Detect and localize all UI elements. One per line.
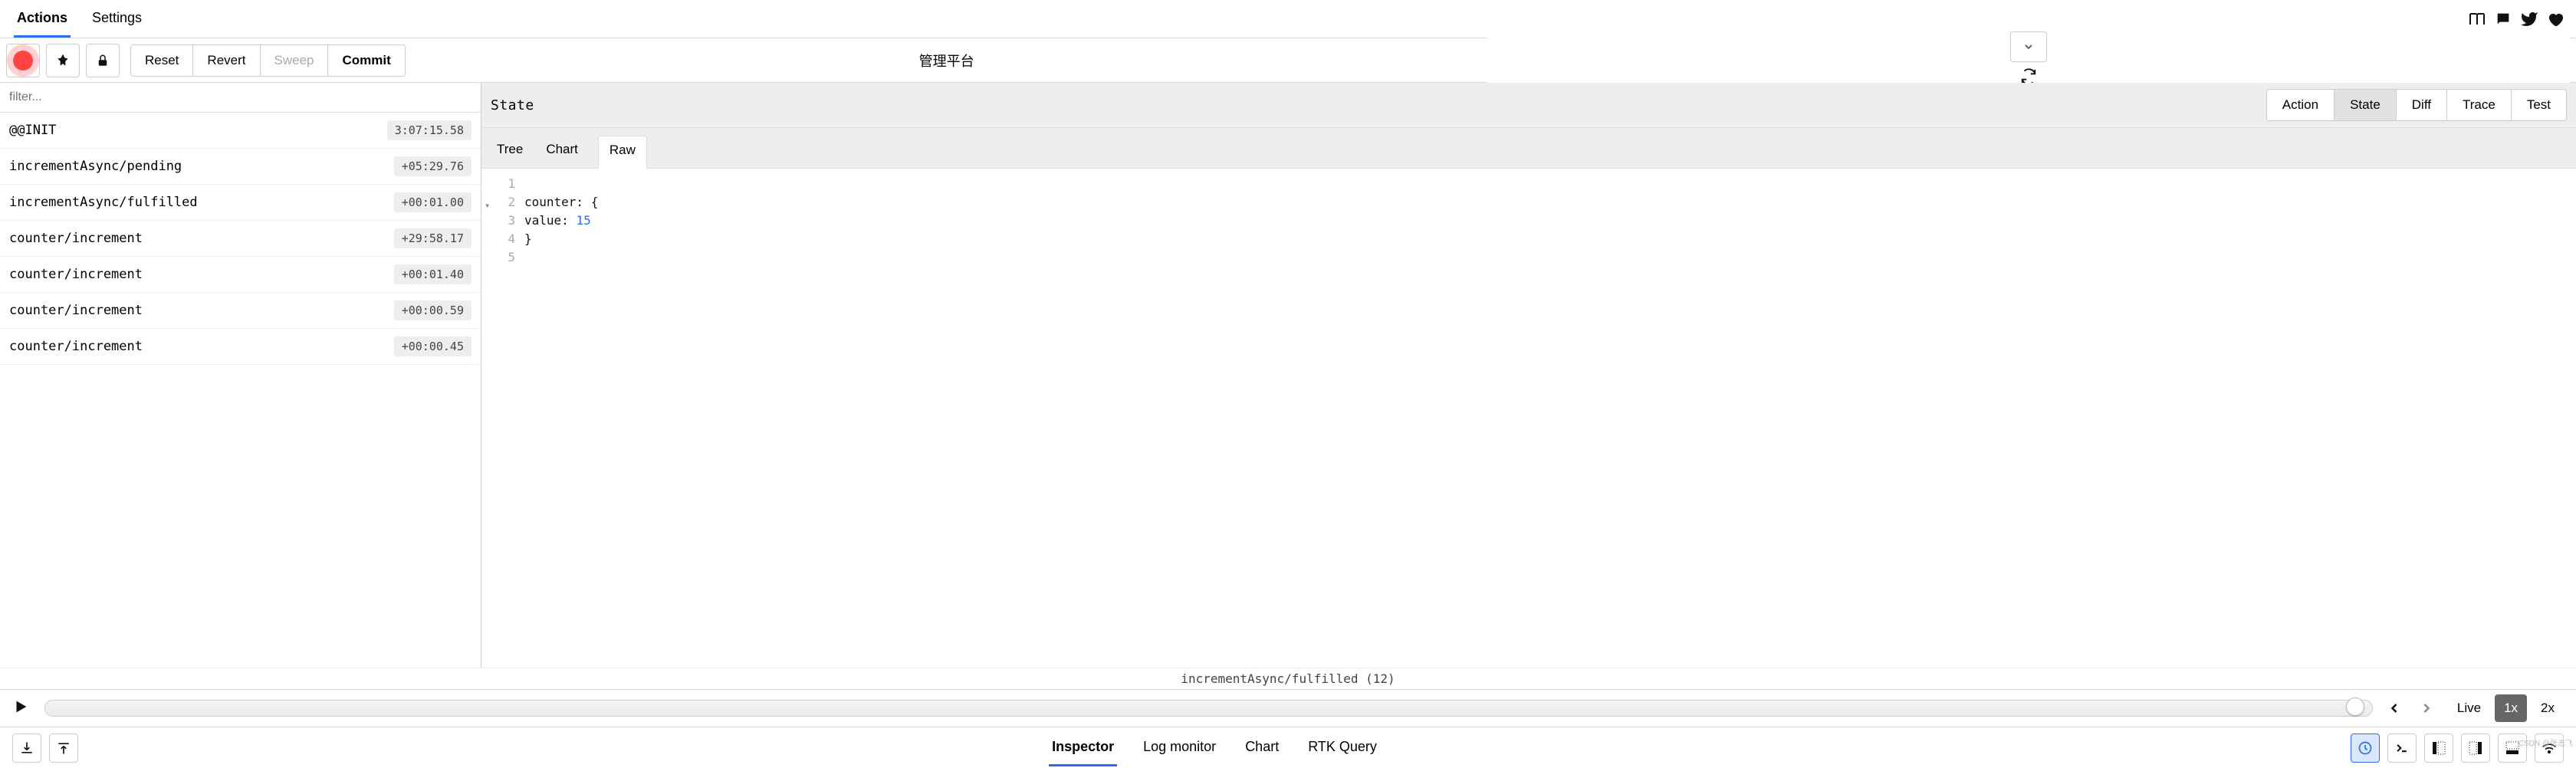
action-name: incrementAsync/pending xyxy=(9,159,182,174)
segment-state[interactable]: State xyxy=(2334,90,2396,120)
tab-actions[interactable]: Actions xyxy=(14,1,71,38)
action-row[interactable]: @@INIT 3:07:15.58 xyxy=(0,113,481,149)
subtab-raw[interactable]: Raw xyxy=(598,136,647,169)
subtab-tree[interactable]: Tree xyxy=(494,136,526,168)
console-button[interactable] xyxy=(2387,734,2417,763)
instance-dropdown[interactable] xyxy=(2010,31,2047,62)
docs-icon[interactable] xyxy=(2464,6,2490,32)
prev-button[interactable] xyxy=(2384,701,2405,716)
clock-button[interactable] xyxy=(2351,734,2380,763)
action-list: @@INIT 3:07:15.58 incrementAsync/pending +0… xyxy=(0,113,481,668)
current-action-caption: incrementAsync/fulfilled (12) xyxy=(0,668,2576,689)
chat-icon[interactable] xyxy=(2490,6,2516,32)
toolbar: Reset Revert Sweep Commit 管理平台 xyxy=(0,38,2576,83)
action-name: counter/increment xyxy=(9,303,143,318)
action-row[interactable]: counter/increment +00:00.59 xyxy=(0,293,481,329)
action-time: +29:58.17 xyxy=(394,228,472,248)
speed-1x[interactable]: 1x xyxy=(2495,694,2527,722)
layout-bottom-button[interactable] xyxy=(2498,734,2527,763)
action-name: counter/increment xyxy=(9,267,143,282)
main-panel: @@INIT 3:07:15.58 incrementAsync/pending +0… xyxy=(0,83,2576,668)
tab-settings[interactable]: Settings xyxy=(89,1,145,38)
detail-panel: State ActionStateDiffTraceTest TreeChart… xyxy=(481,83,2576,668)
code-line: counter: { xyxy=(524,193,2576,212)
code-gutter: 12▾345 xyxy=(481,175,524,661)
play-button[interactable] xyxy=(12,698,34,719)
commit-button[interactable]: Commit xyxy=(327,45,404,76)
footer-tab-chart[interactable]: Chart xyxy=(1242,730,1282,766)
action-list-panel: @@INIT 3:07:15.58 incrementAsync/pending +0… xyxy=(0,83,481,668)
detail-subtabs: Tree Chart Raw xyxy=(481,128,2576,169)
time-slider[interactable] xyxy=(44,700,2373,717)
code-line: value: 15 xyxy=(524,212,2576,230)
speed-live[interactable]: Live xyxy=(2448,694,2490,722)
action-row[interactable]: incrementAsync/pending +05:29.76 xyxy=(0,149,481,185)
action-row[interactable]: incrementAsync/fulfilled +00:01.00 xyxy=(0,185,481,221)
action-name: counter/increment xyxy=(9,339,143,354)
action-row[interactable]: counter/increment +00:00.45 xyxy=(0,329,481,365)
action-buttons-group: Reset Revert Sweep Commit xyxy=(130,44,406,77)
detail-heading: State xyxy=(491,97,534,120)
code-line xyxy=(524,248,2576,267)
detail-segments: ActionStateDiffTraceTest xyxy=(2266,89,2567,121)
twitter-icon[interactable] xyxy=(2516,6,2542,32)
slider-thumb[interactable] xyxy=(2346,697,2364,716)
layout-left-button[interactable] xyxy=(2424,734,2453,763)
footer-tabs: Inspector Log monitor Chart RTK Query xyxy=(78,730,2351,766)
footer-tab-inspector[interactable]: Inspector xyxy=(1049,730,1117,766)
action-row[interactable]: counter/increment +00:01.40 xyxy=(0,257,481,293)
detail-header: State ActionStateDiffTraceTest xyxy=(481,83,2576,128)
action-time: 3:07:15.58 xyxy=(387,120,472,140)
heart-icon[interactable] xyxy=(2542,6,2568,32)
action-row[interactable]: counter/increment +29:58.17 xyxy=(0,221,481,257)
reset-button[interactable]: Reset xyxy=(131,45,192,76)
action-time: +00:01.00 xyxy=(394,192,472,212)
lock-button[interactable] xyxy=(86,44,120,77)
segment-test[interactable]: Test xyxy=(2511,90,2566,120)
instance-title: 管理平台 xyxy=(406,51,1488,71)
footer-bar: Inspector Log monitor Chart RTK Query xyxy=(0,727,2576,768)
action-name: @@INIT xyxy=(9,123,56,138)
segment-action[interactable]: Action xyxy=(2267,90,2334,120)
segment-trace[interactable]: Trace xyxy=(2446,90,2511,120)
code-source: counter: {value: 15} xyxy=(524,175,2576,661)
filter-input[interactable] xyxy=(9,90,472,104)
speed-2x[interactable]: 2x xyxy=(2532,694,2564,722)
upload-button[interactable] xyxy=(49,734,78,763)
layout-right-button[interactable] xyxy=(2461,734,2490,763)
record-button[interactable] xyxy=(6,44,40,77)
action-name: counter/increment xyxy=(9,231,143,246)
next-button[interactable] xyxy=(2416,701,2437,716)
action-time: +05:29.76 xyxy=(394,156,472,176)
subtab-chart[interactable]: Chart xyxy=(543,136,581,168)
player-bar: Live 1x 2x xyxy=(0,689,2576,727)
segment-diff[interactable]: Diff xyxy=(2396,90,2446,120)
code-line: } xyxy=(524,230,2576,248)
action-time: +00:00.59 xyxy=(394,300,472,320)
wifi-button[interactable] xyxy=(2535,734,2564,763)
download-button[interactable] xyxy=(12,734,41,763)
action-time: +00:00.45 xyxy=(394,336,472,356)
footer-tab-rtk-query[interactable]: RTK Query xyxy=(1305,730,1380,766)
action-name: incrementAsync/fulfilled xyxy=(9,195,198,210)
sweep-button: Sweep xyxy=(260,45,328,76)
code-line xyxy=(524,175,2576,193)
filter-bar xyxy=(0,83,481,113)
footer-tab-log-monitor[interactable]: Log monitor xyxy=(1140,730,1219,766)
revert-button[interactable]: Revert xyxy=(192,45,259,76)
state-raw-view: 12▾345 counter: {value: 15} xyxy=(481,169,2576,668)
pin-button[interactable] xyxy=(46,44,80,77)
action-time: +00:01.40 xyxy=(394,264,472,284)
